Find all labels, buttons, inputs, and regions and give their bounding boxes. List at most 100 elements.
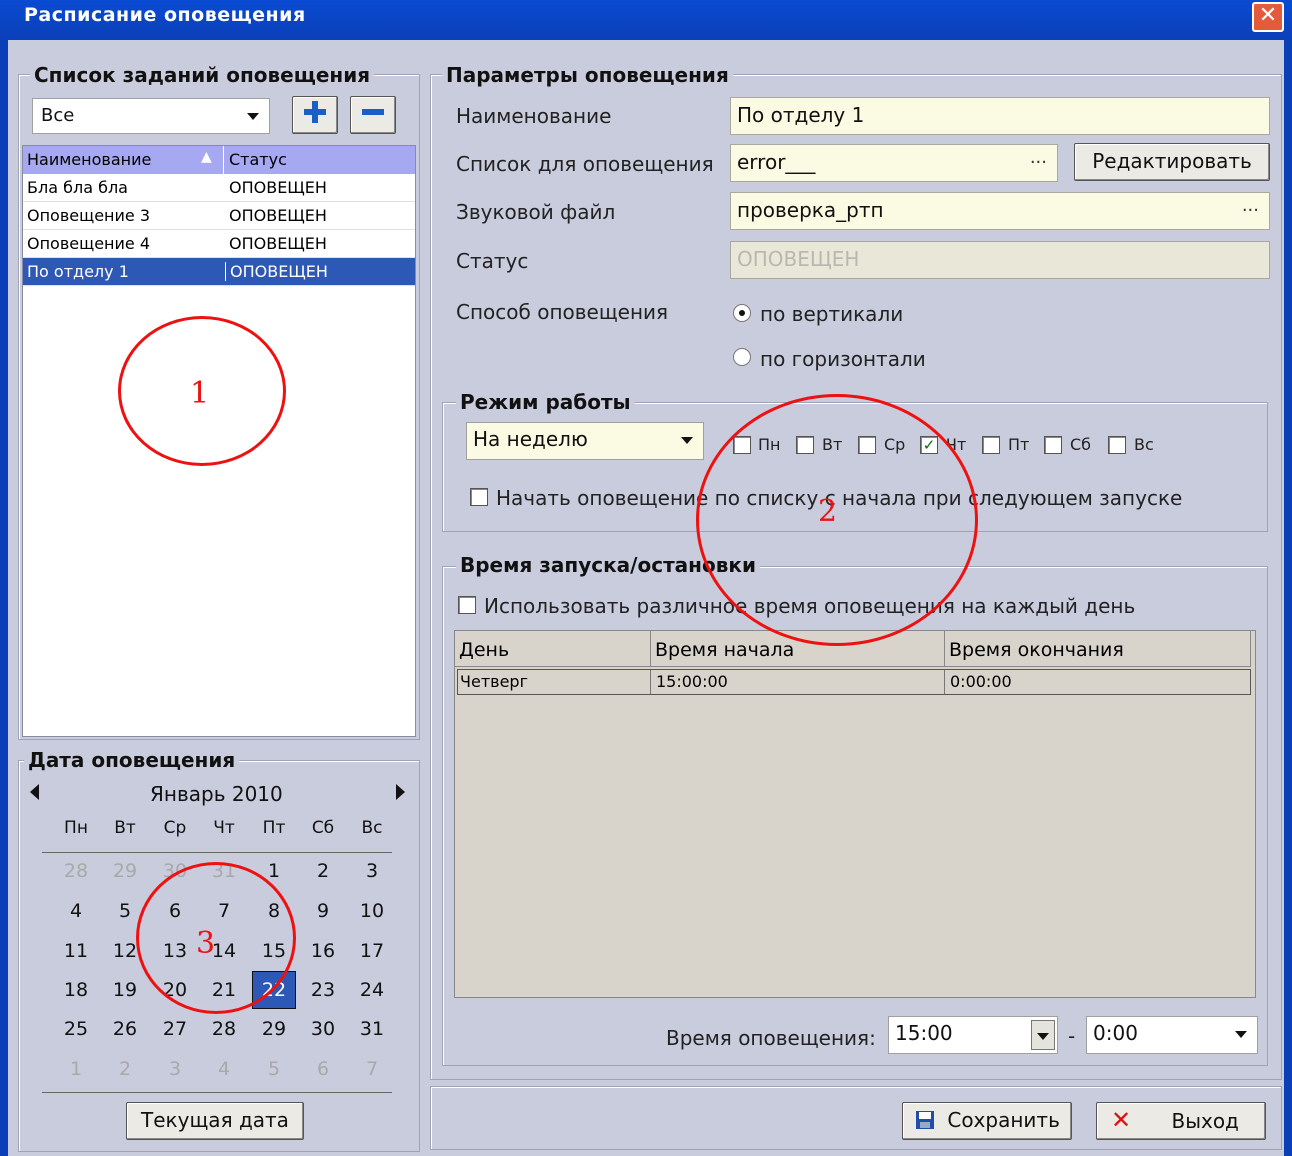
calendar-day[interactable]: 11 — [52, 940, 100, 962]
browse-icon[interactable]: ... — [1242, 195, 1259, 216]
method-label: Способ оповещения — [456, 300, 669, 324]
table-row[interactable]: Четверг 15:00:00 0:00:00 — [457, 669, 1251, 695]
close-button[interactable]: ✕ — [1252, 2, 1284, 32]
calendar-day[interactable]: 4 — [52, 900, 100, 922]
minus-icon — [362, 109, 384, 115]
remove-task-button[interactable] — [350, 96, 396, 134]
table-row[interactable]: Оповещение 3 ОПОВЕЩЕН — [23, 202, 415, 230]
floppy-disk-icon — [916, 1111, 934, 1129]
start-time-dropdown-button[interactable] — [1031, 1020, 1055, 1050]
radio-vertical-label[interactable]: по вертикали — [760, 302, 903, 326]
column-end-label: Время окончания — [949, 639, 1124, 661]
calendar-day[interactable]: 2 — [101, 1058, 149, 1080]
table-row-selected[interactable]: По отделу 1 ОПОВЕЩЕН — [23, 258, 415, 286]
calendar-day[interactable]: 9 — [299, 900, 347, 922]
calendar-day[interactable]: 28 — [200, 1018, 248, 1040]
calendar-day[interactable]: 16 — [299, 940, 347, 962]
save-button-label: Сохранить — [947, 1108, 1060, 1132]
column-end-header[interactable]: Время окончания — [945, 631, 1251, 667]
calendar-day[interactable]: 29 — [101, 860, 149, 882]
save-button[interactable]: Сохранить — [902, 1102, 1072, 1140]
mode-group-title: Режим работы — [456, 390, 635, 414]
calendar-day[interactable]: 2 — [299, 860, 347, 882]
calendar-month-label: Январь 2010 — [150, 782, 283, 806]
calendar-day[interactable]: 4 — [200, 1058, 248, 1080]
calendar-day[interactable]: 5 — [250, 1058, 298, 1080]
calendar-day[interactable]: 10 — [348, 900, 396, 922]
start-time-select[interactable]: 15:00 — [888, 1016, 1058, 1054]
table-row[interactable]: Бла бла бла ОПОВЕЩЕН — [23, 174, 415, 202]
notification-list-value: error___ — [737, 150, 816, 174]
exit-button[interactable]: ✕ Выход — [1096, 1102, 1266, 1140]
per-day-checkbox[interactable] — [458, 596, 476, 614]
task-filter-select[interactable]: Все — [32, 98, 270, 134]
plus-icon — [304, 101, 326, 123]
day-checkbox-fri[interactable] — [982, 436, 1000, 454]
add-task-button[interactable] — [292, 96, 338, 134]
window-frame-left — [0, 40, 8, 1156]
current-date-button[interactable]: Текущая дата — [126, 1102, 304, 1140]
calendar-day[interactable]: 6 — [299, 1058, 347, 1080]
calendar-day[interactable]: 19 — [101, 979, 149, 1001]
day-label: Пт — [1008, 435, 1030, 454]
calendar-day[interactable]: 28 — [52, 860, 100, 882]
column-day-header[interactable]: День — [455, 631, 651, 667]
calendar-day[interactable]: 17 — [348, 940, 396, 962]
notify-time-label: Время оповещения: — [666, 1026, 876, 1050]
calendar-day[interactable]: 23 — [299, 979, 347, 1001]
calendar-divider — [42, 852, 392, 853]
table-row[interactable]: Оповещение 4 ОПОВЕЩЕН — [23, 230, 415, 258]
browse-icon[interactable]: ... — [1030, 147, 1047, 168]
edit-list-button[interactable]: Редактировать — [1074, 143, 1270, 181]
name-field[interactable]: По отделу 1 — [730, 97, 1270, 135]
row-end: 0:00:00 — [950, 672, 1012, 691]
sound-file-field[interactable]: проверка_ртп ... — [730, 192, 1270, 230]
calendar-day[interactable]: 7 — [348, 1058, 396, 1080]
day-checkbox-sun[interactable] — [1108, 436, 1126, 454]
notification-list-field[interactable]: error___ ... — [730, 144, 1058, 182]
task-filter-value: Все — [41, 105, 75, 126]
calendar-day[interactable]: 1 — [52, 1058, 100, 1080]
calendar-day[interactable]: 25 — [52, 1018, 100, 1040]
exit-button-label: Выход — [1171, 1109, 1239, 1133]
radio-selected-dot — [739, 310, 745, 316]
row-name: Оповещение 4 — [27, 234, 150, 253]
row-status: ОПОВЕЩЕН — [229, 206, 327, 225]
row-name: Бла бла бла — [27, 178, 128, 197]
column-start-label: Время начала — [655, 639, 795, 661]
column-name-header[interactable]: Наименование — [27, 150, 203, 169]
time-table[interactable]: День Время начала Время окончания Четвер… — [454, 630, 1256, 998]
calendar-weekday: Вс — [361, 818, 383, 838]
close-icon: ✕ — [1258, 3, 1278, 28]
calendar-day[interactable]: 3 — [348, 860, 396, 882]
restart-checkbox[interactable] — [470, 488, 488, 506]
cell-divider — [650, 670, 651, 694]
chevron-down-icon — [247, 113, 259, 120]
column-day-label: День — [459, 639, 510, 661]
calendar-day[interactable]: 29 — [250, 1018, 298, 1040]
next-month-icon[interactable] — [396, 784, 405, 800]
chevron-down-icon — [681, 437, 693, 444]
annotation-circle-3 — [136, 862, 296, 1014]
chevron-down-icon — [1037, 1033, 1049, 1040]
calendar-day[interactable]: 24 — [348, 979, 396, 1001]
column-status-header[interactable]: Статус — [229, 150, 287, 169]
day-checkbox-sat[interactable] — [1044, 436, 1062, 454]
row-start: 15:00:00 — [656, 672, 728, 691]
calendar-day[interactable]: 18 — [52, 979, 100, 1001]
end-time-select[interactable]: 0:00 — [1086, 1016, 1258, 1054]
calendar-day[interactable]: 31 — [348, 1018, 396, 1040]
calendar-day[interactable]: 27 — [151, 1018, 199, 1040]
period-select[interactable]: На неделю — [466, 422, 704, 460]
previous-month-icon[interactable] — [30, 784, 39, 800]
calendar-day[interactable]: 3 — [151, 1058, 199, 1080]
radio-horizontal[interactable] — [733, 348, 751, 366]
row-name: Оповещение 3 — [27, 206, 150, 225]
row-status: ОПОВЕЩЕН — [225, 262, 328, 281]
status-label: Статус — [456, 249, 529, 273]
title-bar[interactable]: Расписание оповещения ✕ — [0, 0, 1292, 40]
radio-horizontal-label[interactable]: по горизонтали — [760, 347, 926, 371]
calendar-day[interactable]: 30 — [299, 1018, 347, 1040]
radio-vertical[interactable] — [733, 304, 751, 322]
calendar-day[interactable]: 26 — [101, 1018, 149, 1040]
